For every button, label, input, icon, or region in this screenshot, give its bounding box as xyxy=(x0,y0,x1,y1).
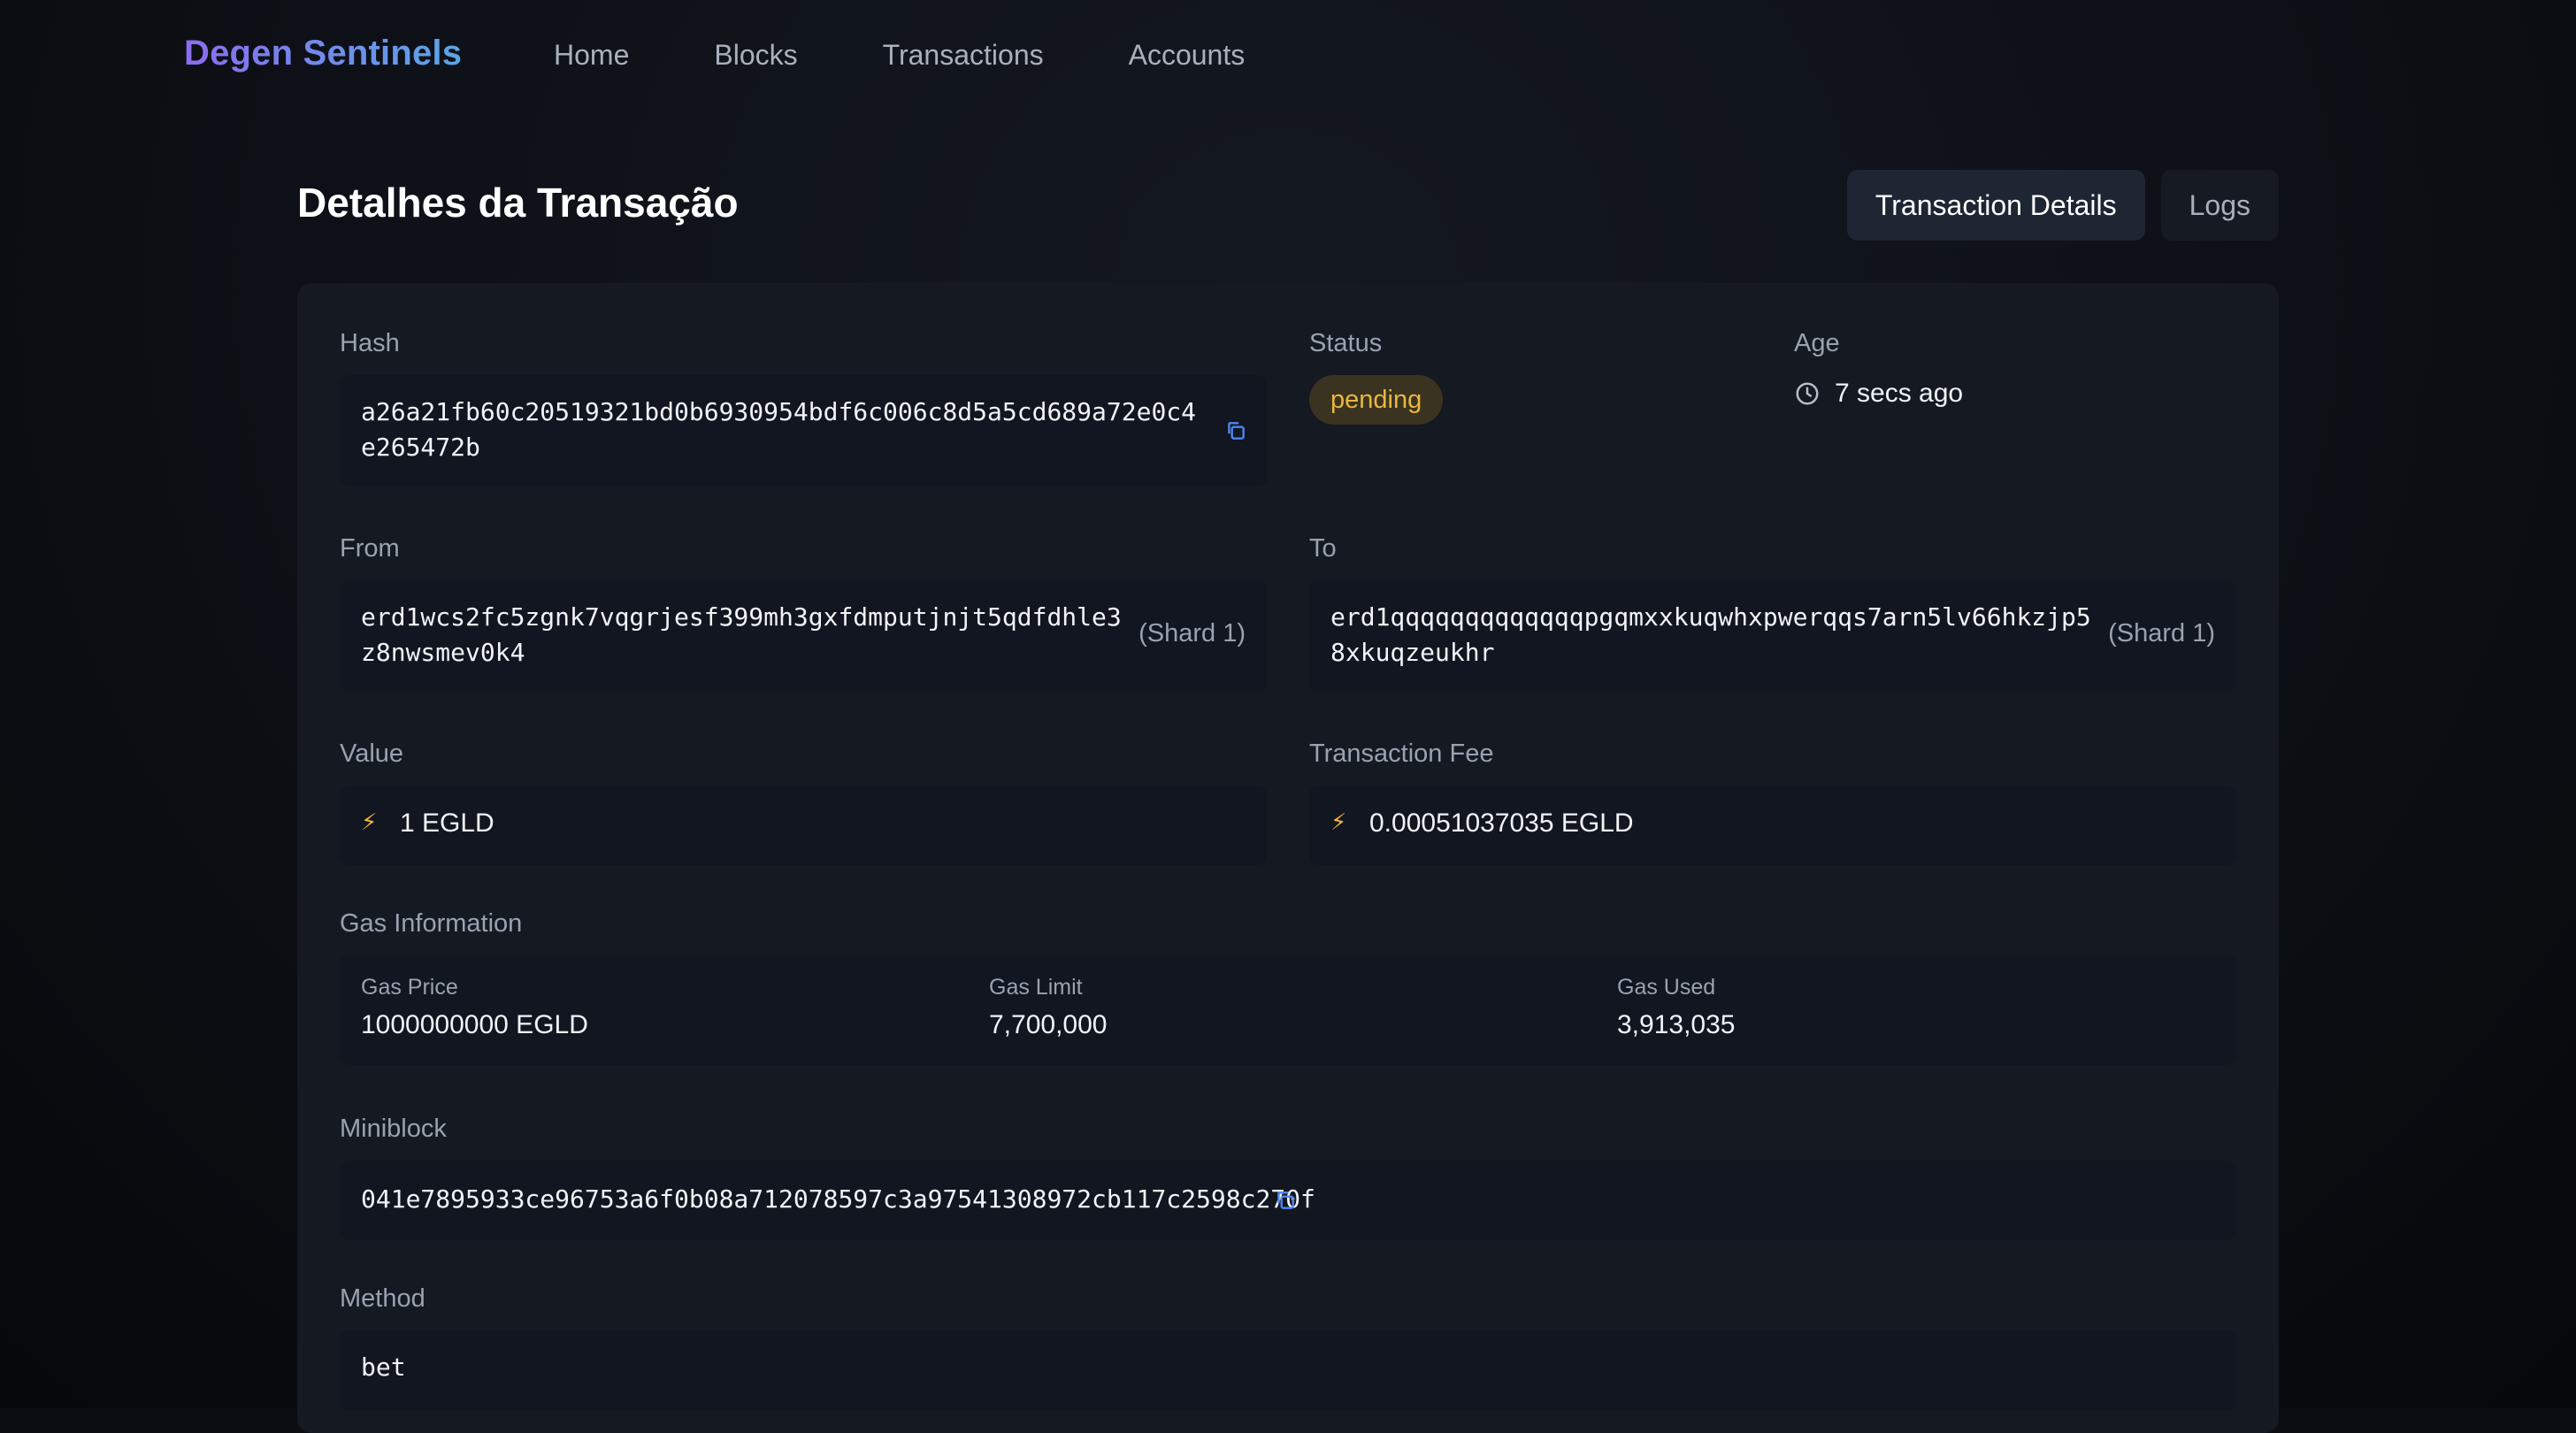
nav-link-home[interactable]: Home xyxy=(554,39,629,72)
gas-limit-value: 7,700,000 xyxy=(989,1010,1108,1039)
copy-miniblock-icon[interactable] xyxy=(1274,1189,1297,1212)
to-address-line-2: 8xkuqzeukhr xyxy=(1330,638,1495,667)
gas-used-label: Gas Used xyxy=(1617,975,1716,1000)
transaction-details-card: Hash a26a21fb60c20519321bd0b6930954bdf6c… xyxy=(297,283,2279,1433)
to-address-line-1: erd1qqqqqqqqqqqqqpgqmxxkuqwhxpwerqqs7arn… xyxy=(1330,602,2091,632)
lightning-icon: ⚡ xyxy=(361,808,378,835)
miniblock-hash[interactable]: 041e7895933ce96753a6f0b08a712078597c3a97… xyxy=(361,1182,1315,1217)
value-label: Value xyxy=(340,739,404,768)
status-label: Status xyxy=(1309,329,1383,357)
to-label: To xyxy=(1309,534,1337,563)
detail-tabs: Transaction Details Logs xyxy=(1846,170,2279,241)
page-title: Detalhes da Transação xyxy=(297,180,739,226)
clock-icon xyxy=(1796,382,1819,405)
from-field: erd1wcs2fc5zgnk7vqgrjesf399mh3gxfdmputjn… xyxy=(340,580,1267,692)
hash-label: Hash xyxy=(340,329,400,357)
nav-links: Home Blocks Transactions Accounts xyxy=(554,39,1330,72)
tab-logs[interactable]: Logs xyxy=(2160,170,2279,241)
value-amount: 1 EGLD xyxy=(400,808,494,838)
fee-label: Transaction Fee xyxy=(1309,739,1494,768)
miniblock-field: 041e7895933ce96753a6f0b08a712078597c3a97… xyxy=(340,1161,2236,1240)
fee-amount: 0.00051037035 EGLD xyxy=(1369,808,1634,838)
hash-line-1: a26a21fb60c20519321bd0b6930954bdf6c006c8… xyxy=(361,397,1197,426)
tab-transaction-details[interactable]: Transaction Details xyxy=(1846,170,2145,241)
to-shard: (Shard 1) xyxy=(2108,619,2215,648)
gas-price-label: Gas Price xyxy=(361,975,458,1000)
miniblock-label: Miniblock xyxy=(340,1115,447,1143)
gas-info-label: Gas Information xyxy=(340,909,523,938)
method-label: Method xyxy=(340,1284,426,1313)
from-label: From xyxy=(340,534,400,563)
from-address-line-2: z8nwsmev0k4 xyxy=(361,638,525,667)
gas-limit-label: Gas Limit xyxy=(989,975,1083,1000)
status-badge: pending xyxy=(1309,375,1444,425)
from-address[interactable]: erd1wcs2fc5zgnk7vqgrjesf399mh3gxfdmputjn… xyxy=(361,600,1122,671)
hash-line-2: e265472b xyxy=(361,433,480,462)
to-address[interactable]: erd1qqqqqqqqqqqqqpgqmxxkuqwhxpwerqqs7arn… xyxy=(1330,600,2091,671)
top-nav: Degen Sentinels Home Blocks Transactions… xyxy=(0,0,2576,115)
nav-link-blocks[interactable]: Blocks xyxy=(714,39,797,72)
age-value: 7 secs ago xyxy=(1835,379,1964,408)
lightning-icon: ⚡ xyxy=(1330,808,1347,835)
hash-value[interactable]: a26a21fb60c20519321bd0b6930954bdf6c006c8… xyxy=(361,395,1196,465)
nav-link-accounts[interactable]: Accounts xyxy=(1129,39,1246,72)
hash-field: a26a21fb60c20519321bd0b6930954bdf6c006c8… xyxy=(340,375,1267,487)
to-field: erd1qqqqqqqqqqqqqpgqmxxkuqwhxpwerqqs7arn… xyxy=(1309,580,2236,692)
value-field: ⚡ 1 EGLD xyxy=(340,785,1267,865)
method-value: bet xyxy=(361,1353,406,1382)
nav-link-transactions[interactable]: Transactions xyxy=(883,39,1044,72)
gas-price-value: 1000000000 EGLD xyxy=(361,1010,588,1039)
brand-logo[interactable]: Degen Sentinels xyxy=(184,34,462,73)
from-address-line-1: erd1wcs2fc5zgnk7vqgrjesf399mh3gxfdmputjn… xyxy=(361,602,1122,632)
from-shard: (Shard 1) xyxy=(1138,619,1246,648)
fee-field: ⚡ 0.00051037035 EGLD xyxy=(1309,785,2236,865)
method-field: bet xyxy=(340,1330,2236,1410)
gas-info-box: Gas Price 1000000000 EGLD Gas Limit 7,70… xyxy=(340,955,2236,1065)
copy-hash-icon[interactable] xyxy=(1224,419,1247,442)
age-label: Age xyxy=(1794,329,1840,357)
gas-used-value: 3,913,035 xyxy=(1617,1010,1736,1039)
